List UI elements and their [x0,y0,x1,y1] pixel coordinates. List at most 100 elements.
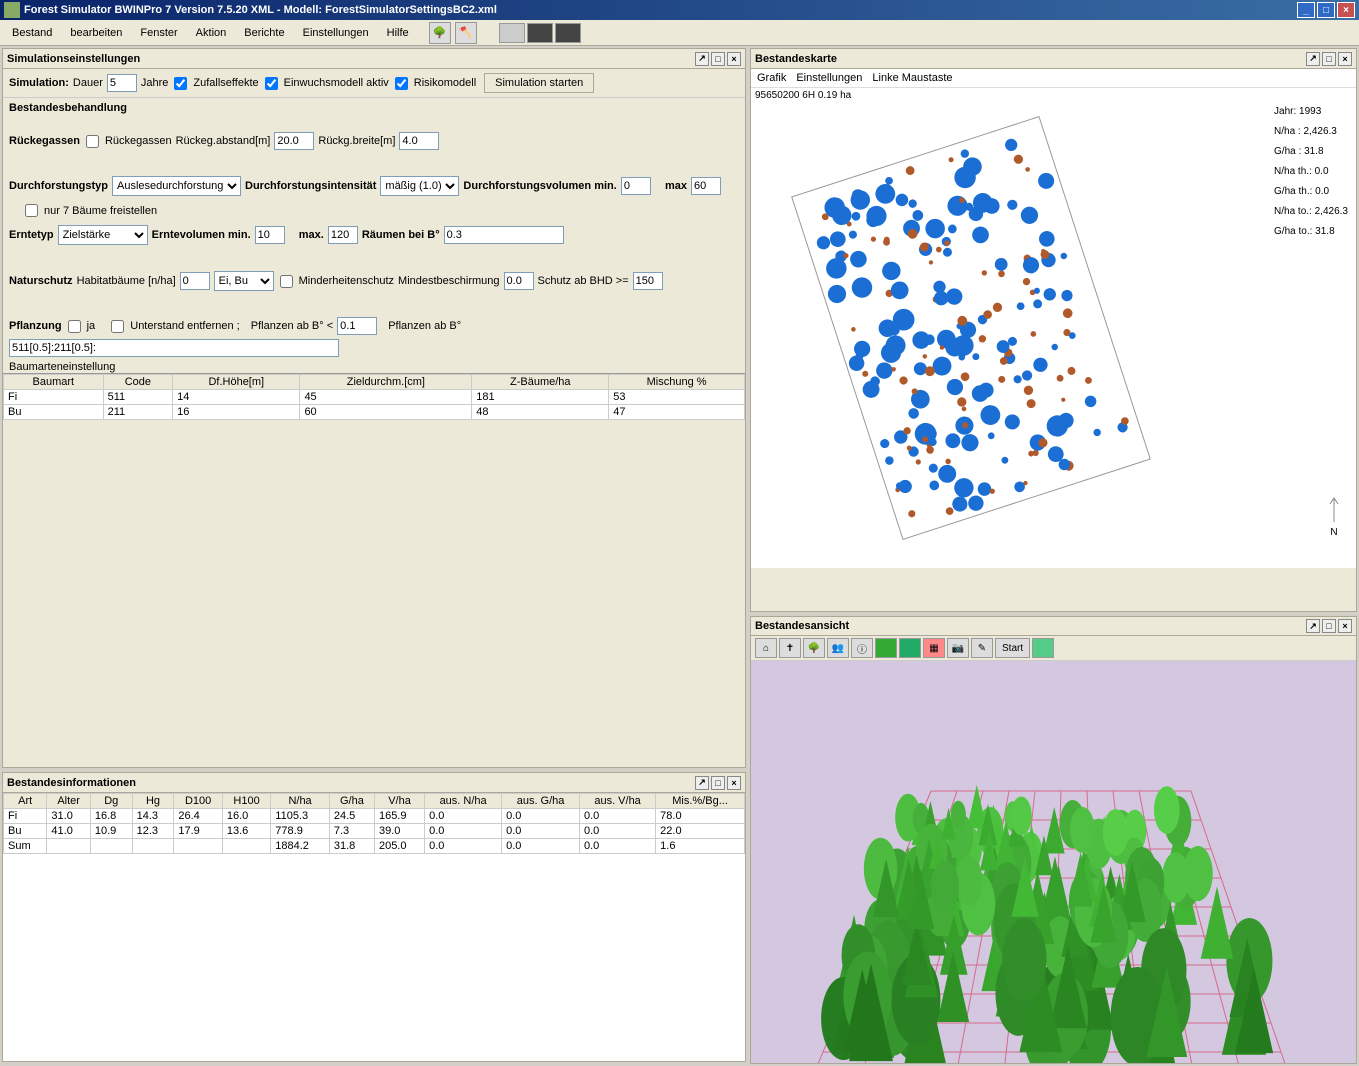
menu-fenster[interactable]: Fenster [132,24,185,42]
view3d-edit-icon[interactable]: ✎ [971,638,993,658]
map-menu-maustaste[interactable]: Linke Maustaste [872,72,952,84]
start-simulation-button[interactable]: Simulation starten [484,73,594,93]
checkbox-pflanz-ja[interactable] [68,320,81,333]
table-row[interactable]: Bu41.010.912.317.913.6778.97.339.00.00.0… [4,824,745,839]
label-rueck-abstand: Rückeg.abstand[m] [176,135,271,147]
input-df-vol-min[interactable] [621,177,651,195]
label-df-typ: Durchforstungstyp [9,180,108,192]
checkbox-unterstand[interactable] [111,320,124,333]
panel-detach-icon[interactable]: ↗ [695,776,709,790]
table-header: aus. N/ha [425,794,502,809]
menu-bestand[interactable]: Bestand [4,24,60,42]
menu-bearbeiten[interactable]: bearbeiten [62,24,130,42]
table-row[interactable]: Bu21116604847 [4,405,745,420]
input-pflanz-text[interactable] [9,339,339,357]
checkbox-einwuchs[interactable] [265,77,278,90]
panel-max-icon[interactable]: □ [711,776,725,790]
input-habitat[interactable] [180,272,210,290]
menu-aktion[interactable]: Aktion [188,24,235,42]
table-header: Baumart [4,375,104,390]
label-jahre: Jahre [141,77,169,89]
checkbox-zufall[interactable] [174,77,187,90]
label-nur-z: nur 7 Bäume freistellen [44,205,157,217]
input-rueck-breite[interactable] [399,132,439,150]
select-df-intens[interactable]: mäßig (1.0) [380,176,459,196]
view3d-house-icon[interactable]: ⌂ [755,638,777,658]
input-rueck-abstand[interactable] [274,132,314,150]
menu-einstellungen[interactable]: Einstellungen [295,24,377,42]
label-erntevol: Erntevolumen min. [152,229,251,241]
table-header: V/ha [374,794,424,809]
checkbox-nur-z[interactable] [25,204,38,217]
toolbar-view2-icon[interactable] [527,23,553,43]
main-menubar: Bestand bearbeiten Fenster Aktion Berich… [0,20,1359,46]
input-dauer[interactable] [107,74,137,92]
checkbox-minderheit[interactable] [280,275,293,288]
panel-close-icon[interactable]: × [1338,619,1352,633]
label-pflanzung: Pflanzung [9,320,62,332]
view3d-tree-icon[interactable]: 🌳 [803,638,825,658]
panel-detach-icon[interactable]: ↗ [695,52,709,66]
view3d-canvas[interactable] [751,661,1356,1063]
table-row[interactable]: Fi511144518153 [4,390,745,405]
table-header: Zieldurchm.[cm] [300,375,472,390]
select-habitat-species[interactable]: Ei, Bu [214,271,274,291]
input-erntevol-min[interactable] [255,226,285,244]
map-menu-grafik[interactable]: Grafik [757,72,786,84]
table-header: Mis.%/Bg... [656,794,745,809]
input-mindestbesch[interactable] [504,272,534,290]
checkbox-risiko[interactable] [395,77,408,90]
panel-detach-icon[interactable]: ↗ [1306,52,1320,66]
panel-close-icon[interactable]: × [1338,52,1352,66]
table-header: Dg [90,794,132,809]
view3d-info-icon[interactable]: ⓘ [851,638,873,658]
view3d-green1-icon[interactable] [875,638,897,658]
table-header: Code [103,375,173,390]
tree-icon[interactable]: 🌳 [429,22,451,44]
map-canvas[interactable]: 95650200 6H 0.19 ha Jahr: 1993 N/ha : 2,… [751,88,1356,568]
table-row[interactable]: Sum1884.231.8205.00.00.00.01.6 [4,839,745,854]
input-erntevol-max[interactable] [328,226,358,244]
label-naturschutz: Naturschutz [9,275,73,287]
minimize-button[interactable]: _ [1297,2,1315,18]
view3d-texture-icon[interactable] [1032,638,1054,658]
maximize-button[interactable]: □ [1317,2,1335,18]
label-raeumen: Räumen bei B° [362,229,440,241]
view3d-people-icon[interactable]: 👥 [827,638,849,658]
checkbox-rueckegassen[interactable] [86,135,99,148]
input-df-vol-max[interactable] [691,177,721,195]
select-erntetyp[interactable]: Zielstärke [58,225,148,245]
view3d-green2-icon[interactable] [899,638,921,658]
panel-detach-icon[interactable]: ↗ [1306,619,1320,633]
panel-max-icon[interactable]: □ [1322,52,1336,66]
panel-max-icon[interactable]: □ [711,52,725,66]
tree-map-svg [771,108,1171,548]
panel-bestandeskarte: Bestandeskarte ↗ □ × Grafik Einstellunge… [750,48,1357,612]
label-zufall: Zufallseffekte [193,77,258,89]
panel-close-icon[interactable]: × [727,776,741,790]
input-raeumen[interactable] [444,226,564,244]
input-pflanz-ab[interactable] [337,317,377,335]
panel-max-icon[interactable]: □ [1322,619,1336,633]
table-header: Alter [47,794,90,809]
menu-berichte[interactable]: Berichte [236,24,292,42]
input-schutz-bhd[interactable] [633,272,663,290]
label-risiko: Risikomodell [414,77,476,89]
view3d-camera-icon[interactable]: 📷 [947,638,969,658]
view3d-start-button[interactable]: Start [995,638,1030,658]
label-df-vol: Durchforstungsvolumen min. [463,180,616,192]
table-row[interactable]: Fi31.016.814.326.416.01105.324.5165.90.0… [4,809,745,824]
toolbar-view1-icon[interactable] [499,23,525,43]
panel-close-icon[interactable]: × [727,52,741,66]
map-parcel-label: 95650200 6H 0.19 ha [755,90,851,101]
view3d-grid-icon[interactable]: ▦ [923,638,945,658]
close-button[interactable]: × [1337,2,1355,18]
view3d-cross-icon[interactable]: ✝ [779,638,801,658]
map-menu-einstellungen[interactable]: Einstellungen [796,72,862,84]
select-df-typ[interactable]: Auslesedurchforstung [112,176,241,196]
toolbar-view3-icon[interactable] [555,23,581,43]
label-minderheit: Minderheitenschutz [299,275,394,287]
table-header: aus. V/ha [579,794,655,809]
menu-hilfe[interactable]: Hilfe [379,24,417,42]
axe-icon[interactable]: 🪓 [455,22,477,44]
